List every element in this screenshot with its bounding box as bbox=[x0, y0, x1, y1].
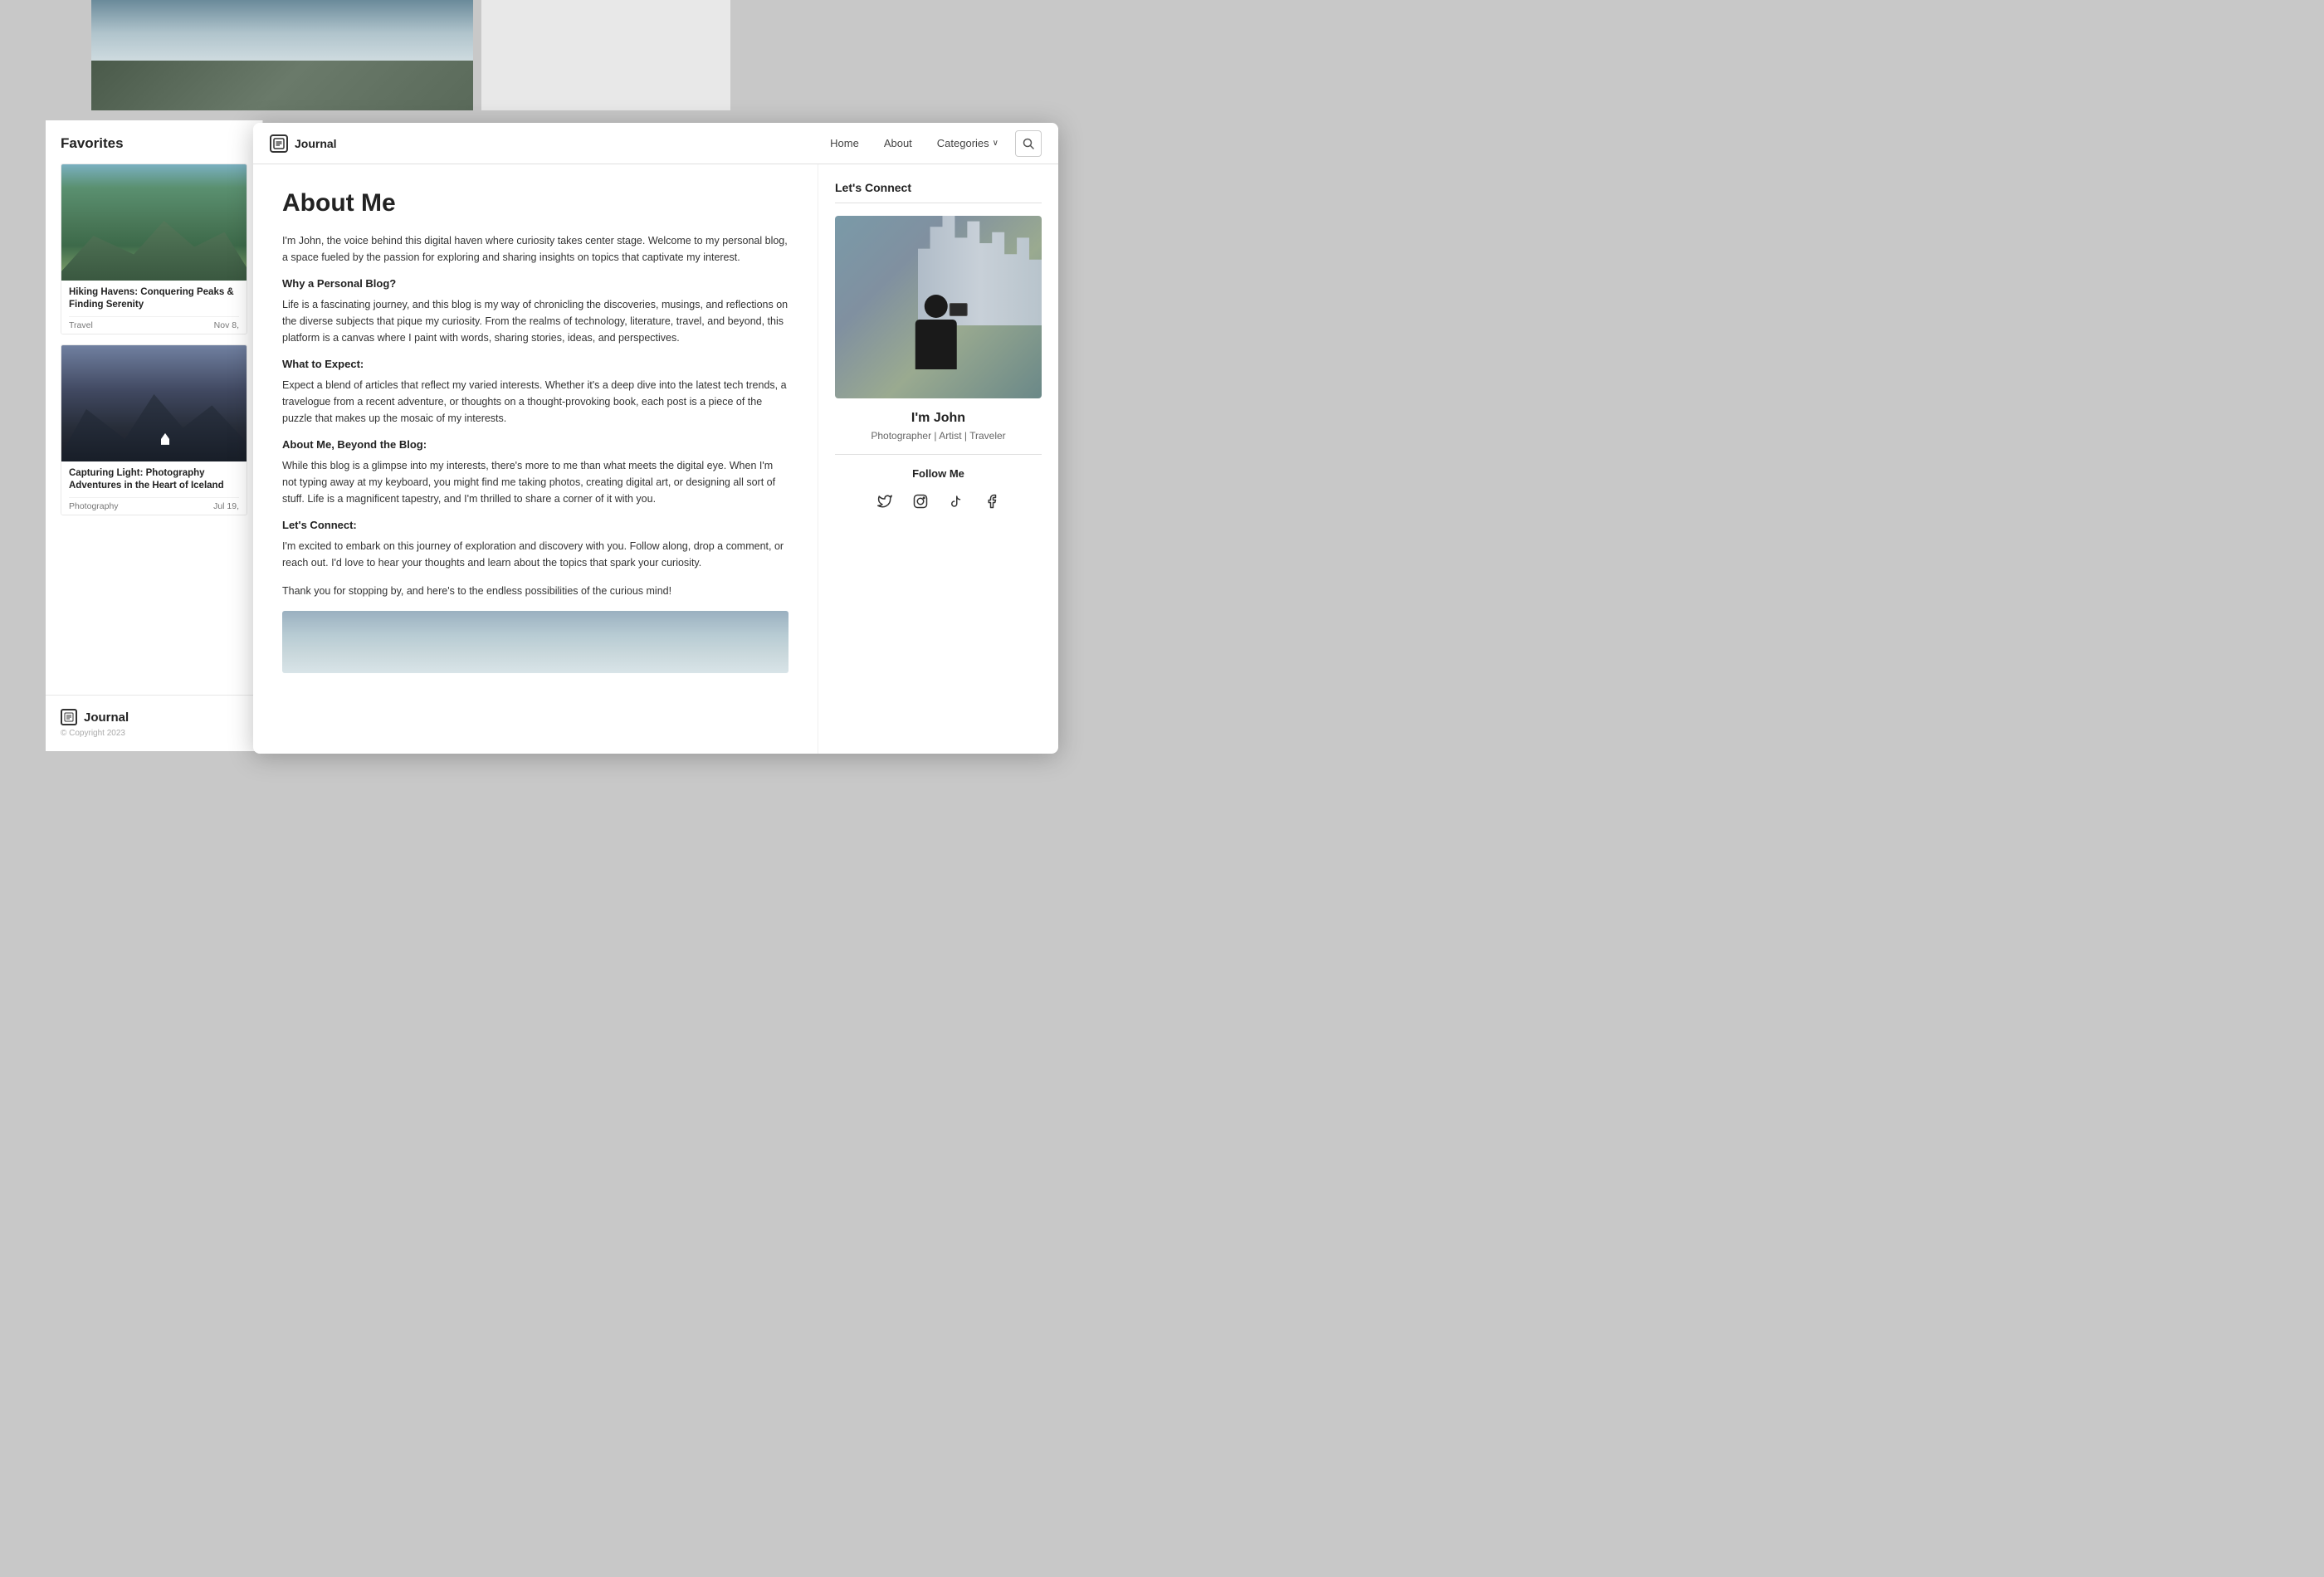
chevron-down-icon: ∨ bbox=[993, 139, 998, 148]
tiktok-icon[interactable] bbox=[945, 490, 968, 513]
instagram-icon[interactable] bbox=[909, 490, 932, 513]
facebook-icon[interactable] bbox=[980, 490, 1003, 513]
browser-content: About Me I'm John, the voice behind this… bbox=[253, 164, 1058, 754]
section1-text: Life is a fascinating journey, and this … bbox=[282, 296, 788, 346]
right-sidebar: Let's Connect I'm John Photographer | Ar… bbox=[818, 164, 1058, 754]
follow-title: Follow Me bbox=[835, 467, 1042, 480]
nav-home-link[interactable]: Home bbox=[830, 137, 859, 149]
twitter-icon[interactable] bbox=[873, 490, 896, 513]
favorite-card-hiking[interactable]: Hiking Havens: Conquering Peaks & Findin… bbox=[61, 164, 247, 334]
section4-heading: Let's Connect: bbox=[282, 519, 788, 531]
top-right-bg bbox=[481, 0, 730, 110]
closing-text: Thank you for stopping by, and here's to… bbox=[282, 583, 788, 599]
sidebar-footer-logo-icon bbox=[61, 709, 77, 725]
connect-title: Let's Connect bbox=[835, 181, 1042, 203]
section2-text: Expect a blend of articles that reflect … bbox=[282, 377, 788, 427]
sidebar-footer: Journal © Copyright 2023 bbox=[46, 695, 262, 751]
favorites-sidebar: Favorites Hiking Havens: Conquering Peak… bbox=[46, 120, 263, 751]
sidebar-footer-copyright: © Copyright 2023 bbox=[61, 729, 247, 738]
person-silhouette bbox=[913, 295, 959, 386]
nav-about-link[interactable]: About bbox=[884, 137, 912, 149]
search-button[interactable] bbox=[1015, 130, 1042, 157]
sidebar-footer-logo-text: Journal bbox=[84, 710, 129, 725]
nav-categories-dropdown[interactable]: Categories ∨ bbox=[937, 137, 998, 149]
profile-name: I'm John bbox=[835, 411, 1042, 426]
favorite-card-iceland[interactable]: Capturing Light: Photography Adventures … bbox=[61, 344, 247, 515]
card2-date: Jul 19, bbox=[213, 501, 239, 511]
profile-photo-container bbox=[835, 216, 1042, 398]
card1-category: Travel bbox=[69, 320, 93, 330]
main-article: About Me I'm John, the voice behind this… bbox=[253, 164, 818, 754]
section4-text: I'm excited to embark on this journey of… bbox=[282, 538, 788, 571]
card1-date: Nov 8, bbox=[214, 320, 239, 330]
section3-heading: About Me, Beyond the Blog: bbox=[282, 438, 788, 451]
iceland-mountain-shape bbox=[61, 387, 247, 461]
page-title: About Me bbox=[282, 189, 788, 217]
intro-text: I'm John, the voice behind this digital … bbox=[282, 232, 788, 266]
bottom-landscape-image bbox=[282, 611, 788, 673]
social-icons bbox=[835, 490, 1042, 513]
sidebar-footer-logo: Journal bbox=[61, 709, 247, 725]
nav-categories-label: Categories bbox=[937, 137, 989, 149]
section3-text: While this blog is a glimpse into my int… bbox=[282, 457, 788, 507]
hero-background-image bbox=[91, 0, 473, 110]
journal-icon bbox=[64, 712, 74, 722]
card2-title: Capturing Light: Photography Adventures … bbox=[69, 467, 239, 492]
nav-logo-icon bbox=[270, 134, 288, 153]
nav-links: Home About Categories ∨ bbox=[830, 137, 998, 149]
favorites-title: Favorites bbox=[61, 135, 247, 152]
profile-tagline: Photographer | Artist | Traveler bbox=[835, 430, 1042, 455]
card1-title: Hiking Havens: Conquering Peaks & Findin… bbox=[69, 286, 239, 311]
section1-heading: Why a Personal Blog? bbox=[282, 277, 788, 290]
journal-nav-icon bbox=[273, 138, 285, 149]
nav-logo[interactable]: Journal bbox=[270, 134, 337, 153]
hiking-mountain-shape bbox=[61, 206, 247, 281]
section2-heading: What to Expect: bbox=[282, 358, 788, 370]
card-hiking-image bbox=[61, 164, 247, 281]
search-icon bbox=[1023, 138, 1034, 149]
browser-navbar: Journal Home About Categories ∨ bbox=[253, 123, 1058, 164]
card2-category: Photography bbox=[69, 501, 119, 511]
nav-logo-text: Journal bbox=[295, 137, 337, 150]
card-iceland-image bbox=[61, 345, 247, 461]
browser-window: Journal Home About Categories ∨ About Me… bbox=[253, 123, 1058, 754]
